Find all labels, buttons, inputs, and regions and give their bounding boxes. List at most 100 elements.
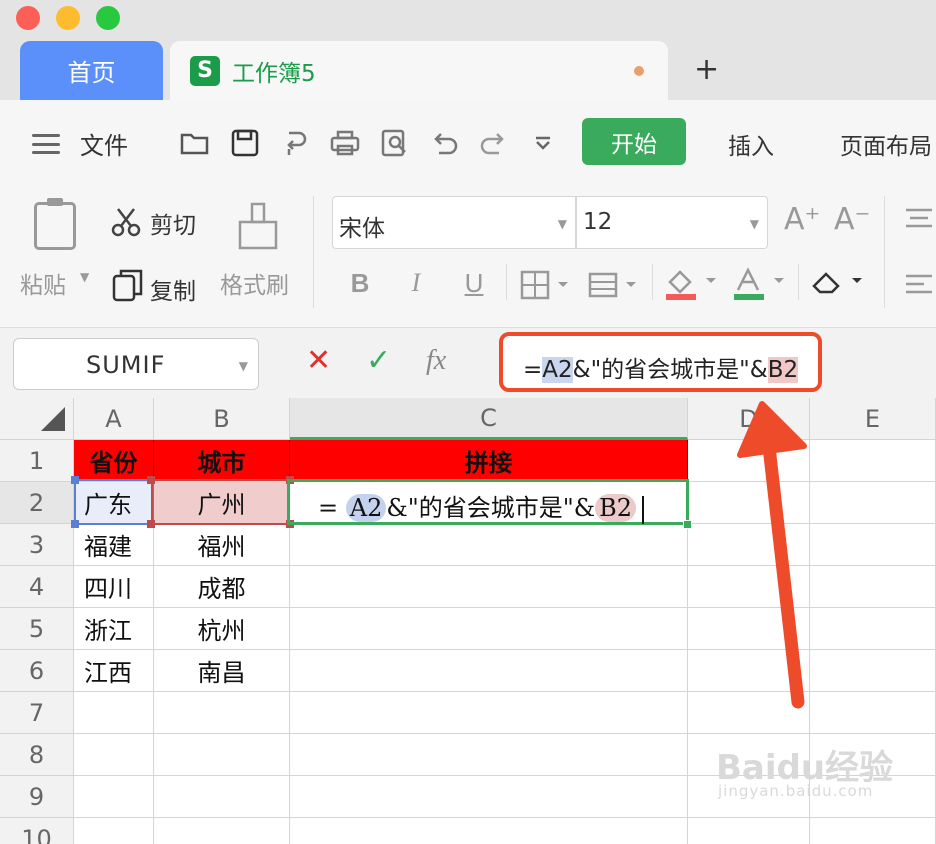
cell-b6[interactable]: 南昌: [154, 650, 290, 692]
cell-c10[interactable]: [290, 818, 688, 844]
cell-c7[interactable]: [290, 692, 688, 734]
eraser-icon[interactable]: [810, 268, 866, 302]
shrink-font-icon[interactable]: A⁻: [834, 202, 870, 237]
cell-d6[interactable]: [688, 650, 810, 692]
tab-workbook[interactable]: S 工作簿5: [170, 41, 668, 100]
cell-b1[interactable]: 城市: [154, 440, 290, 482]
reference-handle[interactable]: [147, 520, 155, 528]
cell-a1[interactable]: 省份: [74, 440, 154, 482]
cell-e1[interactable]: [810, 440, 936, 482]
cell-c9[interactable]: [290, 776, 688, 818]
cell-c4[interactable]: [290, 566, 688, 608]
font-color-icon[interactable]: [732, 266, 788, 306]
font-size-select[interactable]: 12 ▼: [576, 196, 768, 249]
align-icon[interactable]: [904, 208, 934, 232]
column-header-b[interactable]: B: [154, 398, 290, 440]
quick-access-chevron-icon[interactable]: [528, 128, 558, 158]
cell-d1[interactable]: [688, 440, 810, 482]
fill-color-icon[interactable]: [664, 266, 720, 306]
row-header[interactable]: 3: [0, 524, 74, 566]
cell-a8[interactable]: [74, 734, 154, 776]
cell-c8[interactable]: [290, 734, 688, 776]
save-icon[interactable]: [230, 128, 260, 158]
cell-d5[interactable]: [688, 608, 810, 650]
cell-b10[interactable]: [154, 818, 290, 844]
cell-e10[interactable]: [810, 818, 936, 844]
fill-handle[interactable]: [683, 520, 692, 529]
column-header-c[interactable]: C: [290, 398, 688, 440]
cell-a5[interactable]: 浙江: [74, 608, 154, 650]
cell-d7[interactable]: [688, 692, 810, 734]
cell-e7[interactable]: [810, 692, 936, 734]
confirm-icon[interactable]: ✓: [366, 344, 391, 378]
export-icon[interactable]: [280, 128, 310, 158]
row-header[interactable]: 10: [0, 818, 74, 844]
tab-start[interactable]: 开始: [582, 118, 686, 165]
cell-e3[interactable]: [810, 524, 936, 566]
cell-c3[interactable]: [290, 524, 688, 566]
cell-e2[interactable]: [810, 482, 936, 524]
row-header[interactable]: 2: [0, 482, 74, 524]
cancel-icon[interactable]: ✕: [306, 344, 331, 378]
paste-button[interactable]: 粘贴: [20, 266, 66, 300]
tab-home[interactable]: 首页: [20, 41, 163, 100]
scissors-icon[interactable]: [110, 206, 142, 242]
cell-c6[interactable]: [290, 650, 688, 692]
function-icon[interactable]: fx: [426, 344, 446, 378]
cell-d4[interactable]: [688, 566, 810, 608]
cell-c1[interactable]: 拼接: [290, 440, 688, 482]
select-all-corner[interactable]: [0, 398, 74, 440]
cell-a6[interactable]: 江西: [74, 650, 154, 692]
print-preview-icon[interactable]: [380, 128, 410, 158]
paste-dropdown-icon[interactable]: ▼: [80, 270, 89, 284]
hamburger-menu-icon[interactable]: [32, 134, 60, 154]
column-header-a[interactable]: A: [74, 398, 154, 440]
grow-font-icon[interactable]: A⁺: [784, 202, 820, 237]
cell-a4[interactable]: 四川: [74, 566, 154, 608]
row-header[interactable]: 6: [0, 650, 74, 692]
cell-b8[interactable]: [154, 734, 290, 776]
cell-d2[interactable]: [688, 482, 810, 524]
cell-b3[interactable]: 福州: [154, 524, 290, 566]
maximize-window-button[interactable]: [96, 6, 120, 30]
new-tab-button[interactable]: +: [694, 52, 719, 88]
font-family-select[interactable]: 宋体 ▼: [332, 196, 576, 249]
cell-e5[interactable]: [810, 608, 936, 650]
format-painter-icon[interactable]: [238, 202, 278, 254]
cell-b9[interactable]: [154, 776, 290, 818]
print-icon[interactable]: [330, 128, 360, 158]
cell-e6[interactable]: [810, 650, 936, 692]
cell-a9[interactable]: [74, 776, 154, 818]
cell-c5[interactable]: [290, 608, 688, 650]
bold-icon[interactable]: B: [342, 268, 378, 299]
cell-edit-formula[interactable]: = A2 &"的省会城市是"& B2: [318, 488, 645, 524]
format-painter-button[interactable]: 格式刷: [220, 266, 289, 300]
cell-b7[interactable]: [154, 692, 290, 734]
paste-icon[interactable]: [34, 198, 76, 250]
reference-handle[interactable]: [71, 520, 79, 528]
cell-a3[interactable]: 福建: [74, 524, 154, 566]
copy-icon[interactable]: [112, 268, 144, 306]
file-menu[interactable]: 文件: [80, 126, 128, 161]
column-header-d[interactable]: D: [688, 398, 810, 440]
row-header[interactable]: 4: [0, 566, 74, 608]
row-header[interactable]: 7: [0, 692, 74, 734]
align-left-icon[interactable]: [904, 274, 934, 298]
border-icon[interactable]: [520, 270, 570, 304]
row-header[interactable]: 8: [0, 734, 74, 776]
row-header[interactable]: 1: [0, 440, 74, 482]
row-header[interactable]: 5: [0, 608, 74, 650]
cell-e4[interactable]: [810, 566, 936, 608]
tab-insert[interactable]: 插入: [728, 127, 774, 161]
reference-handle[interactable]: [147, 476, 155, 484]
reference-handle[interactable]: [71, 476, 79, 484]
minimize-window-button[interactable]: [56, 6, 80, 30]
formula-input[interactable]: =A2&"的省会城市是"&B2: [499, 332, 822, 392]
cell-d10[interactable]: [688, 818, 810, 844]
cut-button[interactable]: 剪切: [150, 206, 196, 240]
name-box[interactable]: SUMIF ▼: [13, 338, 259, 390]
cell-b5[interactable]: 杭州: [154, 608, 290, 650]
italic-icon[interactable]: I: [398, 268, 434, 298]
undo-icon[interactable]: [430, 128, 460, 158]
cell-d3[interactable]: [688, 524, 810, 566]
